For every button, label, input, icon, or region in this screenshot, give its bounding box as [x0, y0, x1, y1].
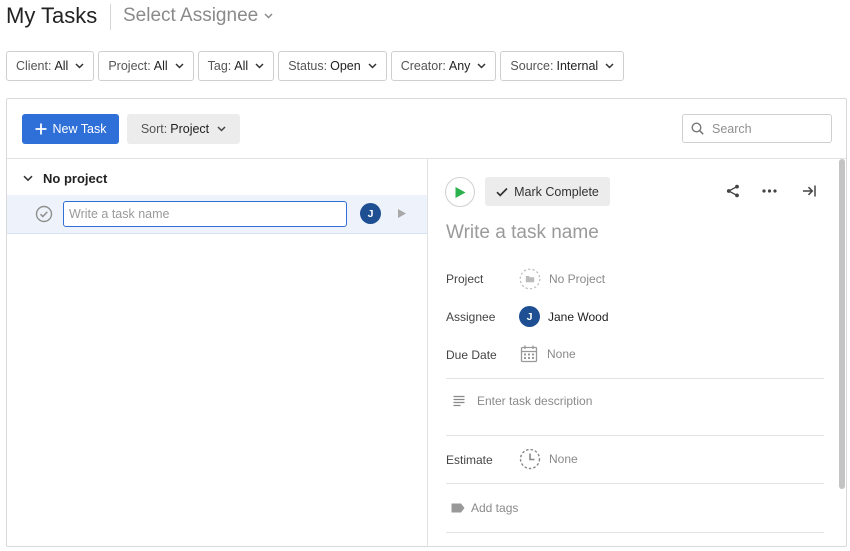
estimate-label: Estimate — [446, 453, 493, 467]
filter-label: Tag: — [207, 59, 232, 73]
filter-tag[interactable]: Tag: All — [197, 51, 275, 81]
chevron-down-icon — [368, 63, 377, 69]
assignee-label: Assignee — [446, 310, 496, 324]
chevron-down-icon — [175, 63, 184, 69]
plus-icon — [35, 123, 47, 135]
filter-label: Source: — [510, 59, 554, 73]
chevron-down-icon — [75, 63, 84, 69]
group-header-no-project[interactable]: No project — [23, 171, 107, 186]
filter-value: All — [54, 59, 69, 73]
task-detail-pane: Mark Complete Write a task name Project … — [429, 159, 846, 546]
text-lines-icon — [453, 395, 465, 407]
project-label: Project — [446, 272, 484, 286]
divider — [446, 483, 824, 484]
due-date-value: None — [547, 347, 576, 361]
filter-label: Status: — [288, 59, 328, 73]
header-divider — [110, 4, 111, 30]
filter-creator[interactable]: Creator: Any — [390, 51, 497, 81]
filter-status[interactable]: Status: Open — [278, 51, 387, 81]
sort-label: Sort: — [140, 122, 168, 136]
divider — [446, 378, 824, 379]
assignee-field[interactable]: J Jane Wood — [519, 306, 609, 327]
chevron-down-icon — [605, 63, 614, 69]
search-icon — [691, 122, 704, 135]
task-name-input[interactable] — [63, 201, 347, 227]
share-icon[interactable] — [726, 184, 740, 198]
filter-label: Creator: — [400, 59, 446, 73]
tag-icon — [451, 503, 465, 513]
filter-value: Any — [448, 59, 471, 73]
mark-complete-label: Mark Complete — [514, 184, 599, 199]
task-list: No project J — [7, 159, 428, 546]
divider — [446, 532, 824, 533]
filter-client[interactable]: Client: All — [6, 51, 95, 81]
task-row: J — [7, 195, 427, 234]
filter-value: Open — [330, 59, 361, 73]
chevron-down-icon — [264, 13, 273, 19]
add-tags-button[interactable]: Add tags — [451, 501, 518, 515]
assignee-select[interactable]: Select Assignee — [123, 5, 273, 27]
filter-source[interactable]: Source: Internal — [500, 51, 625, 81]
sort-value: Project — [170, 122, 210, 136]
filter-project[interactable]: Project: All — [98, 51, 194, 81]
assignee-avatar: J — [519, 306, 540, 327]
assignee-select-label: Select Assignee — [123, 5, 259, 26]
page-title: My Tasks — [6, 3, 98, 28]
project-value: No Project — [549, 272, 606, 286]
detail-scrollbar[interactable] — [839, 159, 845, 489]
search-box[interactable] — [682, 114, 832, 143]
task-description-field[interactable]: Enter task description — [453, 394, 592, 408]
assignee-avatar[interactable]: J — [360, 203, 381, 224]
search-input[interactable] — [712, 121, 822, 136]
chevron-down-icon — [255, 63, 264, 69]
task-title-placeholder[interactable]: Write a task name — [446, 222, 599, 244]
play-icon — [455, 186, 466, 198]
collapse-panel-icon[interactable] — [802, 185, 816, 197]
group-label: No project — [43, 171, 108, 186]
tasks-panel: New Task Sort:Project No project J Mark — [6, 98, 847, 547]
sort-dropdown[interactable]: Sort: Project — [127, 114, 240, 144]
folder-icon — [519, 268, 541, 290]
more-options-icon[interactable] — [762, 189, 777, 193]
tasks-toolbar: New Task Sort: Project — [7, 99, 846, 159]
check-circle-icon[interactable] — [35, 205, 53, 223]
mark-complete-button[interactable]: Mark Complete — [485, 177, 610, 206]
filter-value: Internal — [556, 59, 599, 73]
chevron-down-icon — [217, 126, 226, 132]
filter-label: Client: — [16, 59, 52, 73]
new-task-button[interactable]: New Task — [22, 114, 119, 144]
new-task-label: New Task — [52, 122, 107, 136]
filter-value: All — [234, 59, 249, 73]
due-date-picker[interactable]: None — [519, 344, 576, 364]
calendar-icon — [520, 345, 538, 363]
due-date-label: Due Date — [446, 348, 497, 362]
clock-icon — [519, 448, 541, 470]
check-icon — [496, 187, 508, 197]
divider — [446, 435, 824, 436]
description-placeholder: Enter task description — [477, 394, 593, 408]
assignee-name: Jane Wood — [548, 309, 609, 324]
filter-value: All — [153, 59, 168, 73]
estimate-value: None — [549, 452, 578, 466]
play-icon[interactable] — [397, 208, 407, 219]
start-timer-button[interactable] — [445, 177, 475, 207]
add-tags-label: Add tags — [471, 501, 519, 515]
project-select[interactable]: No Project — [519, 268, 605, 290]
chevron-down-icon — [23, 175, 33, 182]
estimate-field[interactable]: None — [519, 448, 578, 470]
page-header: My Tasks Select Assignee — [0, 0, 850, 36]
filter-bar: Client: All Project: All Tag: All Status: Op… — [6, 51, 628, 81]
filter-label: Project: — [108, 59, 151, 73]
chevron-down-icon — [477, 63, 486, 69]
